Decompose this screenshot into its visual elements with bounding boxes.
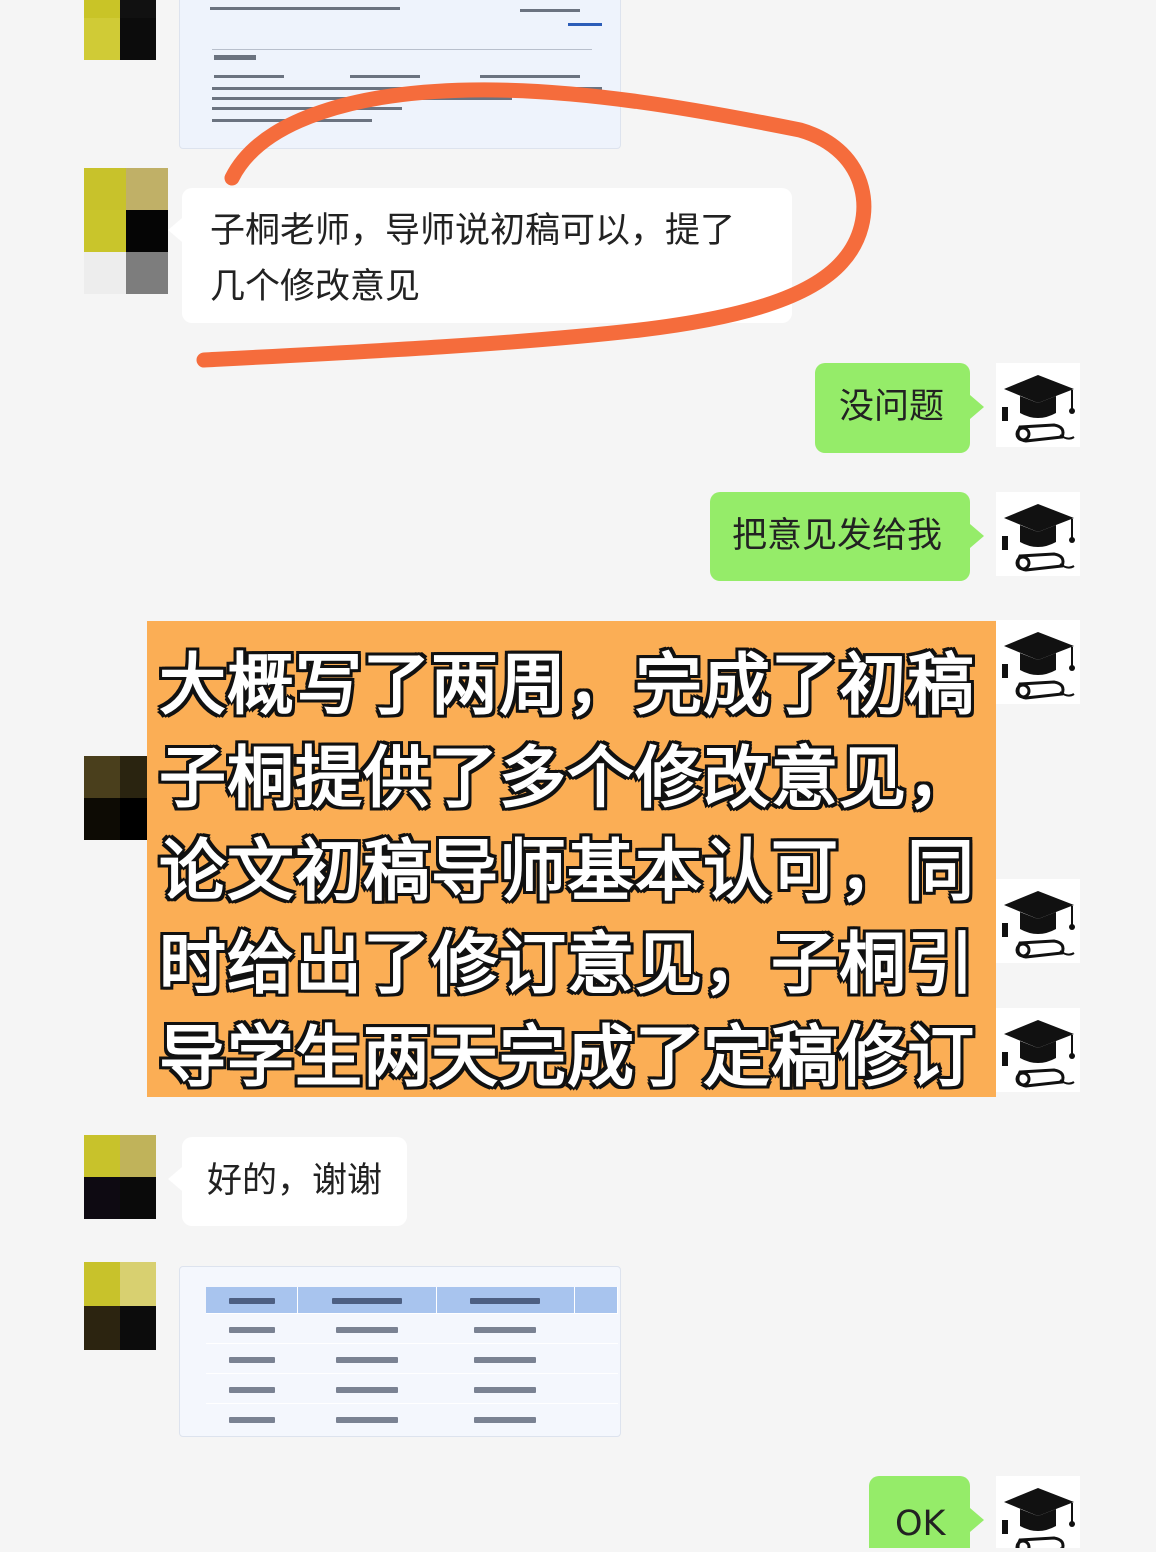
message-bubble-outgoing[interactable]: 没问题 xyxy=(815,363,984,453)
message-bubble-incoming[interactable]: 好的，谢谢 xyxy=(168,1137,407,1226)
teacher-avatar[interactable] xyxy=(996,492,1080,576)
message-text: 没问题 xyxy=(839,387,945,427)
teacher-avatar[interactable] xyxy=(996,363,1080,447)
message-text: OK xyxy=(895,1504,946,1544)
caption-line: 时给出了修订意见，子桐引 xyxy=(159,925,975,1003)
message-bubble-outgoing[interactable]: OK xyxy=(869,1476,984,1548)
student-avatar[interactable] xyxy=(84,1135,156,1219)
message-bubble-outgoing[interactable]: 把意见发给我 xyxy=(710,492,984,581)
student-avatar[interactable] xyxy=(84,1262,156,1350)
caption-line: 论文初稿导师基本认可，同 xyxy=(159,832,975,910)
caption-line: 导学生两天完成了定稿修订 xyxy=(159,1018,975,1096)
schedule-table xyxy=(206,1287,618,1433)
message-text: 好的，谢谢 xyxy=(207,1161,383,1201)
graduation-cap-icon xyxy=(1002,1020,1075,1088)
graduation-cap-icon xyxy=(1002,504,1075,572)
annotation-circle xyxy=(196,82,872,368)
student-avatar[interactable] xyxy=(84,756,156,840)
caption-line: 大概写了两周，完成了初稿 xyxy=(159,646,975,724)
caption-line: 子桐提供了多个修改意见， xyxy=(159,739,975,817)
schedule-table-image[interactable] xyxy=(179,1266,621,1437)
teacher-avatar[interactable] xyxy=(996,620,1080,704)
caption-overlay: 大概写了两周，完成了初稿 子桐提供了多个修改意见， 论文初稿导师基本认可，同 时… xyxy=(147,621,996,1097)
graduation-cap-icon xyxy=(1002,891,1075,959)
teacher-avatar[interactable] xyxy=(996,879,1080,963)
graduation-cap-icon xyxy=(1002,1488,1075,1548)
graduation-cap-icon xyxy=(1002,375,1075,443)
teacher-avatar[interactable] xyxy=(996,1476,1080,1548)
teacher-avatar[interactable] xyxy=(996,1008,1080,1092)
message-text: 把意见发给我 xyxy=(732,516,943,556)
graduation-cap-icon xyxy=(1002,632,1075,700)
